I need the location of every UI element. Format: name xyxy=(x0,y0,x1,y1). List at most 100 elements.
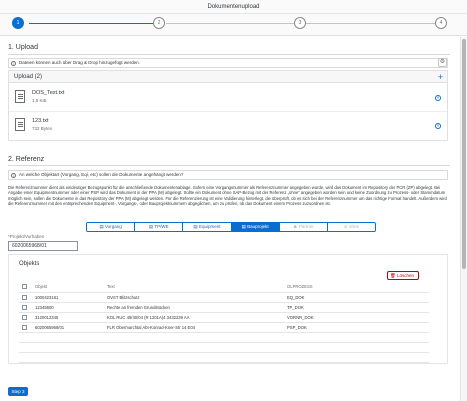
gear-icon: ⚙ xyxy=(439,59,446,65)
reference-description: Die Referenznummer dient als eindeutiger… xyxy=(8,185,447,206)
info-icon: i xyxy=(11,172,16,178)
file-name: 123.txt xyxy=(32,118,49,124)
trash-icon: 🗑 xyxy=(389,273,396,279)
segment-ohne: ⊘ ohne xyxy=(327,223,375,231)
empty-cell xyxy=(285,332,429,343)
remove-file-icon[interactable]: × xyxy=(435,123,441,129)
file-item[interactable]: DOS_Text.txt 1,5 KiB × xyxy=(9,84,447,112)
segment-equipment[interactable]: ▤ Equipment xyxy=(183,223,232,231)
none-icon: ⊘ xyxy=(343,224,348,229)
upload-collection: Upload (2) + DOS_Text.txt 1,5 KiB × 123.… xyxy=(8,70,448,141)
object-type-segmented-button: ▤ Vorgang ▤ TP/WE ▤ Equipment ▤ Bauproje… xyxy=(86,222,376,232)
wizard-progress: 1 2 3 4 xyxy=(0,14,467,36)
empty-cell xyxy=(105,352,285,363)
segment-bauprojekt[interactable]: ▤ Bauprojekt xyxy=(231,223,280,231)
segment-tpwe[interactable]: ▤ TP/WE xyxy=(135,223,184,231)
wizard-step-2[interactable]: 2 xyxy=(153,17,165,29)
segment-label: TP/WE xyxy=(154,224,169,229)
select-all-checkbox[interactable] xyxy=(22,284,27,290)
empty-cell xyxy=(33,342,105,353)
empty-cell xyxy=(105,332,285,343)
row-select-cell[interactable] xyxy=(19,292,33,303)
scrollbar-thumb[interactable] xyxy=(462,39,466,269)
divider xyxy=(8,165,450,166)
delete-button-label: Löschen xyxy=(396,273,414,278)
objects-panel: Objekts 🗑 Löschen Objekt Text GLPROZESS … xyxy=(8,254,448,364)
segment-label: ohne xyxy=(348,224,359,229)
empty-cell xyxy=(19,342,33,353)
row-checkbox[interactable] xyxy=(22,314,27,320)
delete-button[interactable]: 🗑 Löschen xyxy=(386,271,419,280)
document-icon xyxy=(15,118,25,131)
reference-question: i An welche Objektart (Vorgang, Eqi, etc… xyxy=(8,170,448,180)
wizard-line-active xyxy=(29,23,157,24)
next-step-button[interactable]: Step 3 xyxy=(8,387,28,396)
add-file-icon[interactable]: + xyxy=(438,72,443,82)
wizard-step-3[interactable]: 3 xyxy=(294,17,306,29)
settings-button[interactable]: ⚙ xyxy=(438,58,447,67)
vertical-scrollbar[interactable] xyxy=(460,37,467,401)
empty-cell xyxy=(19,352,33,363)
info-icon: i xyxy=(11,60,16,66)
row-checkbox[interactable] xyxy=(22,304,27,310)
document-icon: ▤ xyxy=(148,224,154,229)
file-size: 1,5 KiB xyxy=(32,98,47,103)
row-select-cell[interactable] xyxy=(19,312,33,323)
column-header-objekt: Objekt xyxy=(33,282,105,293)
upload-list-title: Upload (2) xyxy=(14,74,43,80)
cell-objekt: 6020065968/01 xyxy=(33,322,105,333)
reference-question-text: An welche Objektart (Vorgang, Eqi, etc) … xyxy=(19,172,184,177)
row-select-cell[interactable] xyxy=(19,322,33,333)
table-row[interactable]: 12345600 Rechte an fremden Grundstücken … xyxy=(19,302,429,313)
empty-cell xyxy=(105,342,285,353)
segment-label: Bauprojekt xyxy=(247,224,269,229)
cell-text: Rechte an fremden Grundstücken xyxy=(105,302,285,313)
cell-text: OVST Blitzschutz xyxy=(105,292,285,303)
empty-cell xyxy=(285,352,429,363)
upload-list-header: Upload (2) + xyxy=(9,71,447,83)
segment-label: Equipment xyxy=(198,224,221,229)
table-row[interactable]: 1000423181 OVST Blitzschutz EQ_DOK xyxy=(19,292,429,303)
file-size: 732 Bytes xyxy=(32,126,53,131)
segment-vorgang[interactable]: ▤ Vorgang xyxy=(87,223,136,231)
wizard-line xyxy=(303,23,436,24)
document-icon: ▤ xyxy=(99,224,104,229)
project-input[interactable] xyxy=(8,241,78,251)
window-title: Dokumentenupload xyxy=(0,0,467,14)
cell-objekt: 3120012345 xyxy=(33,312,105,323)
drag-drop-info-text: Dateien können auch über Drag & Drop hin… xyxy=(19,60,140,65)
wizard-line xyxy=(166,23,294,24)
remove-file-icon[interactable]: × xyxy=(435,95,441,101)
wizard-step-4[interactable]: 4 xyxy=(435,17,447,29)
cell-glprozess: EQ_DOK xyxy=(285,292,429,303)
column-header-glprozess: GLPROZESS xyxy=(285,282,429,293)
table-row[interactable]: 6020065968/01 FLR Obermarchtal Abt-Konra… xyxy=(19,322,429,333)
cell-text: FLR Obermarchtal Abt-Konrad-Kner-Str 14 … xyxy=(105,322,285,333)
cell-objekt: 12345600 xyxy=(33,302,105,313)
table-row[interactable]: 3120012345 KOL RUC 49/40/04 (R 1201A)4 3… xyxy=(19,312,429,323)
project-field-label: *Projekt/Vorhaben xyxy=(8,234,45,239)
table-header-row: Objekt Text GLPROZESS xyxy=(19,282,429,293)
upload-heading: 1. Upload xyxy=(8,44,38,51)
objects-title: Objekts xyxy=(19,261,40,267)
empty-table-row xyxy=(19,342,429,353)
row-checkbox[interactable] xyxy=(22,324,27,330)
objects-table: Objekt Text GLPROZESS 1000423181 OVST Bl… xyxy=(19,282,429,363)
empty-cell xyxy=(19,332,33,343)
cell-text: KOL RUC 49/40/04 (R 1201A)4 3432239 AA xyxy=(105,312,285,323)
file-item[interactable]: 123.txt 732 Bytes × xyxy=(9,112,447,140)
wizard-step-1[interactable]: 1 xyxy=(12,17,24,29)
segment-label: Vorgang xyxy=(104,224,122,229)
empty-table-row xyxy=(19,332,429,343)
document-icon: ▤ xyxy=(241,224,246,229)
empty-table-row xyxy=(19,352,429,363)
row-checkbox[interactable] xyxy=(22,294,27,300)
empty-cell xyxy=(285,342,429,353)
drag-drop-info: i Dateien können auch über Drag & Drop h… xyxy=(8,58,448,68)
row-select-cell[interactable] xyxy=(19,302,33,313)
select-all-cell[interactable] xyxy=(19,282,33,293)
empty-cell xyxy=(33,332,105,343)
divider xyxy=(8,54,450,55)
cell-glprozess: TP_DOK xyxy=(285,302,429,313)
person-icon: ☻ xyxy=(292,224,298,229)
